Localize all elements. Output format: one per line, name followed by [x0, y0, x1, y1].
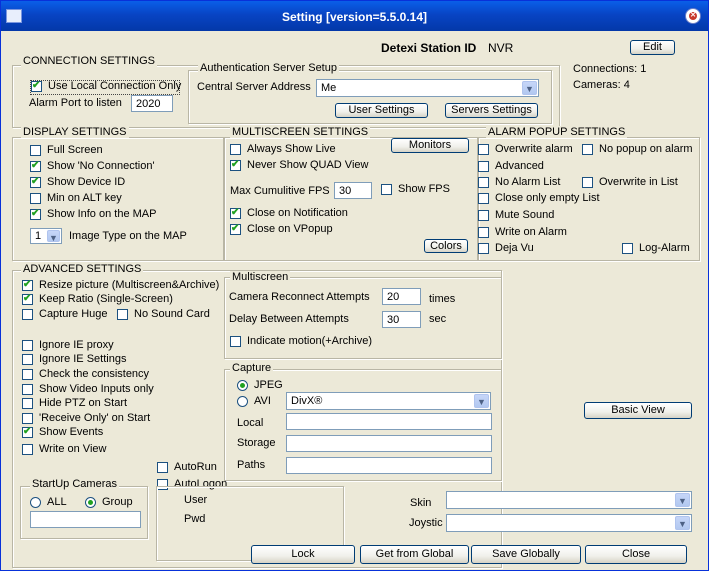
connections-count: Connections: 1 — [573, 63, 647, 75]
joystic-label: Joystic — [409, 517, 443, 529]
display-settings-title: DISPLAY SETTINGS — [21, 126, 129, 138]
station-id-value: NVR — [488, 41, 514, 55]
image-type-label: Image Type on the MAP — [69, 230, 187, 242]
monitors-button[interactable]: Monitors — [391, 138, 469, 153]
startup-group-input[interactable] — [30, 511, 141, 528]
chevron-down-icon: ▼ — [675, 493, 690, 507]
close-button[interactable]: Close — [585, 545, 687, 564]
settings-content: Detexi Station ID NVR Edit Connections: … — [4, 31, 705, 568]
close-icon: ✕ — [689, 12, 697, 20]
connection-settings-title: CONNECTION SETTINGS — [21, 55, 158, 67]
station-id-label: Detexi Station ID — [381, 41, 477, 55]
reconnect-label: Camera Reconnect Attempts — [229, 291, 370, 303]
skin-select[interactable]: ▼ — [446, 491, 692, 509]
capture-title: Capture — [230, 362, 274, 374]
pwd-label: Pwd — [184, 513, 206, 525]
storage-label: Storage — [237, 437, 276, 449]
get-from-global-button[interactable]: Get from Global — [360, 545, 469, 564]
window-title: Setting [version=5.5.0.14] — [281, 10, 428, 24]
skin-label: Skin — [410, 497, 432, 509]
max-fps-label: Max Cumulitive FPS — [230, 185, 330, 197]
local-label: Local — [237, 417, 264, 429]
chevron-down-icon: ▼ — [474, 394, 489, 408]
codec-select[interactable]: DivX® ▼ — [286, 392, 491, 410]
delay-unit: sec — [429, 313, 447, 325]
user-settings-button[interactable]: User Settings — [335, 103, 428, 118]
paths-label: Paths — [237, 459, 266, 471]
paths-input[interactable] — [286, 457, 492, 474]
chevron-down-icon: ▼ — [522, 81, 537, 95]
basic-view-button[interactable]: Basic View — [584, 402, 692, 419]
save-globally-button[interactable]: Save Globally — [471, 545, 581, 564]
advanced-settings-title: ADVANCED SETTINGS — [21, 263, 144, 275]
image-type-select[interactable]: 1 ▼ — [30, 228, 62, 244]
multiscreen-title: Multiscreen — [230, 271, 291, 283]
chevron-down-icon: ▼ — [675, 516, 690, 530]
servers-settings-button[interactable]: Servers Settings — [445, 103, 538, 118]
alarm-port-input[interactable]: 2020 — [131, 95, 173, 112]
settings-window: Setting [version=5.5.0.14] ✕ Detexi Stat… — [0, 0, 709, 571]
local-path-input[interactable] — [286, 413, 492, 430]
alarm-port-label: Alarm Port to listen — [29, 97, 122, 109]
user-label: User — [184, 494, 208, 506]
central-server-select[interactable]: Me ▼ — [316, 79, 539, 97]
lock-button[interactable]: Lock — [251, 545, 355, 564]
use-local-connection-checkbox[interactable]: Use Local Connection Only — [30, 80, 181, 95]
delay-label: Delay Between Attempts — [229, 313, 349, 325]
colors-button[interactable]: Colors — [424, 239, 468, 253]
reconnect-input[interactable]: 20 — [382, 288, 421, 305]
alarm-popup-title: ALARM POPUP SETTINGS — [486, 126, 628, 138]
max-fps-input[interactable]: 30 — [334, 182, 372, 199]
edit-button[interactable]: Edit — [630, 40, 675, 55]
reconnect-unit: times — [429, 293, 456, 305]
joystic-select[interactable]: ▼ — [446, 514, 692, 532]
storage-path-input[interactable] — [286, 435, 492, 452]
title-bar[interactable]: Setting [version=5.5.0.14] ✕ — [1, 1, 708, 31]
startup-cameras-title: StartUp Cameras — [30, 478, 119, 490]
close-window-button[interactable]: ✕ — [685, 8, 701, 24]
multiscreen-settings-title: MULTISCREEN SETTINGS — [230, 126, 371, 138]
auth-server-title: Authentication Server Setup — [198, 62, 339, 74]
chevron-down-icon: ▼ — [47, 230, 60, 243]
cameras-count: Cameras: 4 — [573, 79, 630, 91]
central-server-label: Central Server Address — [197, 81, 311, 93]
delay-input[interactable]: 30 — [382, 311, 421, 328]
